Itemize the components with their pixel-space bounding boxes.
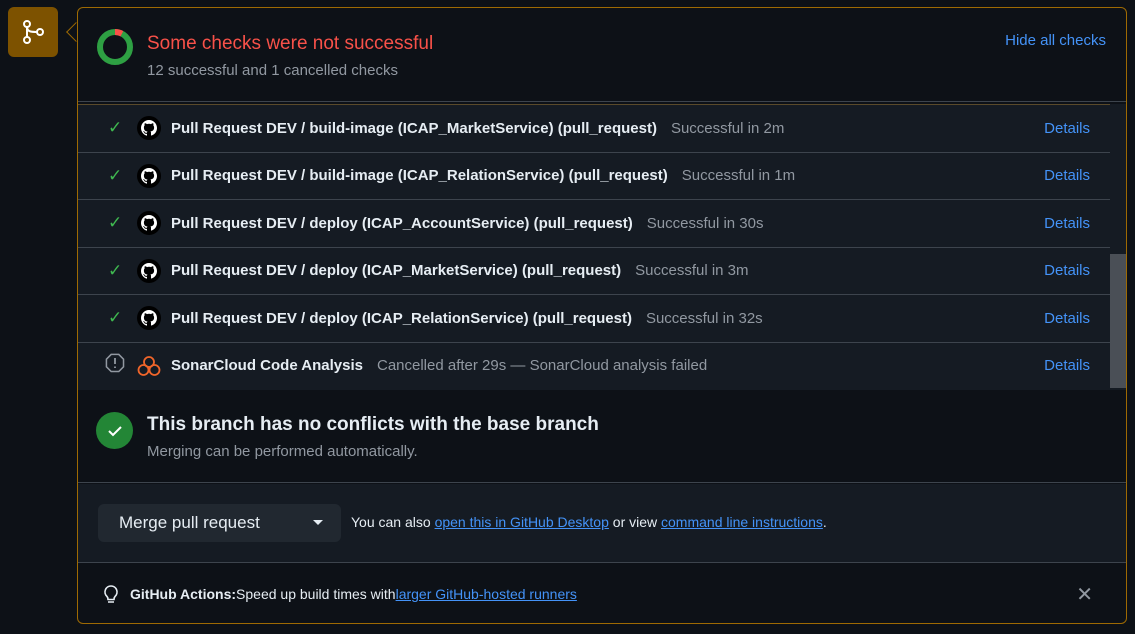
alert-circle-icon xyxy=(105,353,134,378)
check-icon: ✓ xyxy=(108,213,123,233)
or-view-text: or view xyxy=(608,514,662,530)
github-icon xyxy=(137,211,161,236)
merge-alternatives: You can also open this in GitHub Desktop… xyxy=(351,514,827,530)
tip-label: GitHub Actions: xyxy=(130,586,237,602)
check-row: ✓ Pull Request DEV / deploy (ICAP_Relatio… xyxy=(78,294,1110,342)
check-row: ✓ Pull Request DEV / deploy (ICAP_MarketS… xyxy=(78,246,1110,295)
check-details-link[interactable]: Details xyxy=(1044,310,1090,327)
lightbulb-icon xyxy=(104,585,118,603)
check-circle-icon xyxy=(96,412,133,449)
check-name: Pull Request DEV / deploy (ICAP_Relation… xyxy=(171,309,632,327)
hide-all-checks-link[interactable]: Hide all checks xyxy=(1005,32,1106,49)
check-row: ✓ Pull Request DEV / build-image (ICAP_Ma… xyxy=(78,104,1110,152)
period-text: . xyxy=(822,514,827,530)
checks-panel: Some checks were not successful 12 succe… xyxy=(77,7,1127,624)
checks-scrollbar[interactable] xyxy=(1110,104,1126,390)
git-merge-icon xyxy=(8,7,58,57)
check-name: SonarCloud Code Analysis xyxy=(171,357,363,375)
check-row: ✓ Pull Request DEV / deploy (ICAP_Account… xyxy=(78,199,1110,247)
checks-title: Some checks were not successful xyxy=(147,33,434,54)
github-icon xyxy=(137,163,161,188)
merge-pull-request-button[interactable]: Merge pull request xyxy=(98,504,341,542)
check-icon: ✓ xyxy=(108,165,123,185)
scrollbar-thumb[interactable] xyxy=(1110,254,1126,388)
chevron-down-icon[interactable] xyxy=(313,520,323,530)
check-details-link[interactable]: Details xyxy=(1044,167,1090,184)
github-icon xyxy=(137,258,161,283)
branch-status-title: This branch has no conflicts with the ba… xyxy=(147,414,599,435)
check-icon: ✓ xyxy=(108,308,123,328)
check-details-link[interactable]: Details xyxy=(1044,120,1090,137)
check-status: Cancelled after 29s — SonarCloud analysi… xyxy=(376,357,708,375)
checks-header: Some checks were not successful 12 succe… xyxy=(78,8,1126,102)
also-text: You can also xyxy=(351,514,435,530)
check-status: Successful in 1m xyxy=(681,167,796,185)
tip-text: Speed up build times with xyxy=(236,586,396,602)
check-status: Successful in 2m xyxy=(670,119,785,137)
checks-status-donut-icon xyxy=(97,29,133,65)
check-icon: ✓ xyxy=(108,260,123,280)
check-name: Pull Request DEV / deploy (ICAP_MarketSe… xyxy=(171,262,622,280)
github-icon xyxy=(137,116,161,141)
checks-summary: 12 successful and 1 cancelled checks xyxy=(147,62,398,79)
check-details-link[interactable]: Details xyxy=(1044,262,1090,279)
check-row: ✓ Pull Request DEV / build-image (ICAP_Re… xyxy=(78,151,1110,200)
actions-tip: GitHub Actions: Speed up build times wit… xyxy=(78,564,1126,624)
github-icon xyxy=(137,306,161,331)
check-icon: ✓ xyxy=(108,118,123,138)
checks-list: ✓ Pull Request DEV / build-image (ICAP_Ma… xyxy=(78,104,1110,390)
check-status: Successful in 3m xyxy=(635,262,749,280)
merge-button-label: Merge pull request xyxy=(119,513,260,532)
branch-status-subtitle: Merging can be performed automatically. xyxy=(147,443,418,460)
check-name: Pull Request DEV / build-image (ICAP_Mar… xyxy=(171,119,657,137)
sonarcloud-icon xyxy=(137,354,161,378)
close-icon[interactable]: ✕ xyxy=(1076,582,1093,607)
check-details-link[interactable]: Details xyxy=(1044,215,1090,232)
merge-bar: Merge pull request You can also open thi… xyxy=(78,484,1126,563)
check-name: Pull Request DEV / deploy (ICAP_AccountS… xyxy=(171,214,633,232)
check-name: Pull Request DEV / build-image (ICAP_Rel… xyxy=(171,167,668,185)
check-status: Successful in 30s xyxy=(646,214,764,232)
command-line-link[interactable]: command line instructions xyxy=(661,514,823,530)
github-desktop-link[interactable]: open this in GitHub Desktop xyxy=(435,514,609,530)
check-details-link[interactable]: Details xyxy=(1044,357,1090,374)
check-row: SonarCloud Code Analysis Cancelled after … xyxy=(78,341,1110,390)
larger-runners-link[interactable]: larger GitHub-hosted runners xyxy=(396,586,577,602)
branch-status: This branch has no conflicts with the ba… xyxy=(78,390,1126,483)
check-status: Successful in 32s xyxy=(645,309,763,327)
